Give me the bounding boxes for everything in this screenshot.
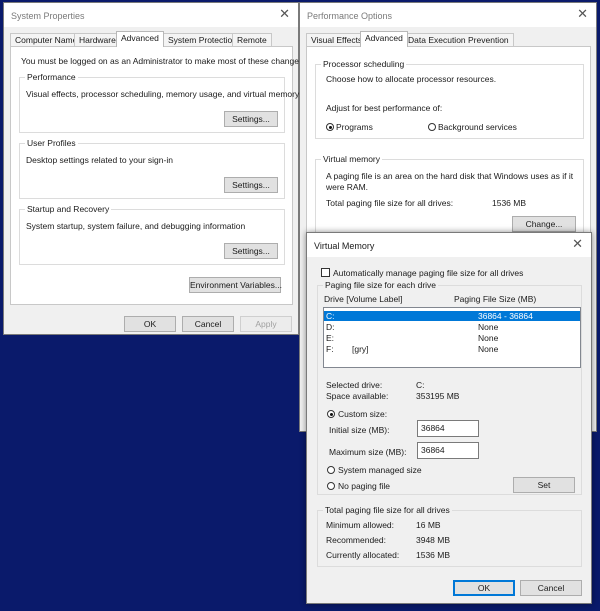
processor-scheduling-description: Choose how to allocate processor resourc… xyxy=(326,74,497,84)
total-paging-label: Total paging file size for all drives: xyxy=(326,198,454,208)
maximum-size-label: Maximum size (MB): xyxy=(329,447,407,457)
processor-scheduling-group: Processor scheduling Choose how to alloc… xyxy=(315,59,584,139)
recommended-label: Recommended: xyxy=(326,535,387,545)
space-available-label: Space available: xyxy=(326,391,389,401)
tab-hardware[interactable]: Hardware xyxy=(74,33,121,46)
title-bar[interactable]: Performance Options ✕ xyxy=(300,3,596,27)
selected-drive-label: Selected drive: xyxy=(326,380,383,390)
close-icon[interactable]: ✕ xyxy=(577,7,588,21)
performance-description: Visual effects, processor scheduling, me… xyxy=(26,89,300,99)
title-bar[interactable]: Virtual Memory ✕ xyxy=(307,233,591,257)
admin-note: You must be logged on as an Administrato… xyxy=(21,56,306,66)
tab-data-execution-prevention[interactable]: Data Execution Prevention xyxy=(403,33,514,46)
paging-file-group: Paging file size for each drive Drive [V… xyxy=(317,280,582,495)
drive-volume-label: [gry] xyxy=(352,344,369,354)
environment-variables-button[interactable]: Environment Variables... xyxy=(189,277,282,293)
auto-manage-label[interactable]: Automatically manage paging file size fo… xyxy=(333,268,523,278)
window-title: Performance Options xyxy=(307,11,393,21)
no-paging-file-label[interactable]: No paging file xyxy=(338,481,390,491)
total-paging-group: Total paging file size for all drives Mi… xyxy=(317,505,582,567)
total-paging-value: 1536 MB xyxy=(492,198,527,208)
window-title: Virtual Memory xyxy=(314,241,375,251)
drive-list[interactable]: C: 36864 - 36864 D: None E: None F: [gry… xyxy=(323,307,581,368)
title-bar[interactable]: System Properties ✕ xyxy=(4,3,298,27)
performance-group: Performance Visual effects, processor sc… xyxy=(19,72,299,133)
performance-settings-button[interactable]: Settings... xyxy=(224,111,278,127)
drive-row-c[interactable]: C: 36864 - 36864 xyxy=(324,311,580,321)
window-title: System Properties xyxy=(11,11,85,21)
no-paging-file-radio[interactable] xyxy=(327,482,335,490)
user-profiles-settings-button[interactable]: Settings... xyxy=(224,177,278,193)
startup-recovery-group: Startup and Recovery System startup, sys… xyxy=(19,204,285,265)
startup-recovery-settings-button[interactable]: Settings... xyxy=(224,243,278,259)
group-label: Performance xyxy=(25,72,78,82)
system-managed-label[interactable]: System managed size xyxy=(338,465,422,475)
custom-size-label[interactable]: Custom size: xyxy=(338,409,387,419)
cancel-button[interactable]: Cancel xyxy=(520,580,582,596)
minimum-allowed-value: 16 MB xyxy=(416,520,441,530)
drive-letter: F: xyxy=(326,344,334,354)
close-icon[interactable]: ✕ xyxy=(279,7,290,21)
group-label: Virtual memory xyxy=(321,154,382,164)
drive-row-e[interactable]: E: None xyxy=(324,333,580,343)
user-profiles-description: Desktop settings related to your sign-in xyxy=(26,155,173,165)
system-properties-window: System Properties ✕ Computer Name Hardwa… xyxy=(3,2,306,335)
virtual-memory-description-line1: A paging file is an area on the hard dis… xyxy=(326,171,574,181)
close-icon[interactable]: ✕ xyxy=(572,237,583,251)
drive-size: 36864 - 36864 xyxy=(478,311,533,321)
virtual-memory-group: Virtual memory A paging file is an area … xyxy=(315,154,584,239)
drive-letter: E: xyxy=(326,333,335,343)
minimum-allowed-label: Minimum allowed: xyxy=(326,520,395,530)
tab-advanced[interactable]: Advanced xyxy=(360,31,408,47)
cancel-button[interactable]: Cancel xyxy=(182,316,234,332)
group-label: Total paging file size for all drives xyxy=(323,505,452,515)
space-available-value: 353195 MB xyxy=(416,391,460,401)
custom-size-radio[interactable] xyxy=(327,410,335,418)
tab-remote[interactable]: Remote xyxy=(232,33,272,46)
drive-size: None xyxy=(478,333,499,343)
drive-letter: C: xyxy=(326,311,335,321)
drive-row-d[interactable]: D: None xyxy=(324,322,580,332)
tab-panel: You must be logged on as an Administrato… xyxy=(10,46,306,305)
group-label: Processor scheduling xyxy=(321,59,407,69)
ok-button[interactable]: OK xyxy=(453,580,515,596)
startup-recovery-description: System startup, system failure, and debu… xyxy=(26,221,246,231)
virtual-memory-window: Virtual Memory ✕ Automatically manage pa… xyxy=(306,232,592,604)
group-label: Startup and Recovery xyxy=(25,204,112,214)
change-button[interactable]: Change... xyxy=(512,216,576,232)
column-drive-header: Drive [Volume Label] xyxy=(324,294,403,304)
tab-system-protection[interactable]: System Protection xyxy=(163,33,242,46)
drive-size: None xyxy=(478,344,499,354)
recommended-value: 3948 MB xyxy=(416,535,451,545)
selected-drive-value: C: xyxy=(416,380,425,390)
drive-size: None xyxy=(478,322,499,332)
set-button[interactable]: Set xyxy=(513,477,575,493)
column-size-header: Paging File Size (MB) xyxy=(454,294,537,304)
group-label: User Profiles xyxy=(25,138,78,148)
drive-row-f[interactable]: F: [gry] None xyxy=(324,344,580,354)
system-managed-radio[interactable] xyxy=(327,466,335,474)
tab-visual-effects[interactable]: Visual Effects xyxy=(306,33,368,46)
initial-size-label: Initial size (MB): xyxy=(329,425,390,435)
tab-computer-name[interactable]: Computer Name xyxy=(10,33,83,46)
initial-size-input[interactable]: 36864 xyxy=(417,420,479,437)
apply-button[interactable]: Apply xyxy=(240,316,292,332)
group-label: Paging file size for each drive xyxy=(323,280,439,290)
maximum-size-input[interactable]: 36864 xyxy=(417,442,479,459)
background-services-label[interactable]: Background services xyxy=(438,122,517,132)
programs-radio[interactable] xyxy=(326,123,334,131)
programs-label[interactable]: Programs xyxy=(336,122,373,132)
currently-allocated-label: Currently allocated: xyxy=(326,550,400,560)
desktop: { "colors": {"desktop": "#0a1a6b", "acce… xyxy=(0,0,600,611)
virtual-memory-description-line2: were RAM. xyxy=(326,182,369,192)
ok-button[interactable]: OK xyxy=(124,316,176,332)
auto-manage-checkbox[interactable] xyxy=(321,268,330,277)
drive-letter: D: xyxy=(326,322,335,332)
background-services-radio[interactable] xyxy=(428,123,436,131)
currently-allocated-value: 1536 MB xyxy=(416,550,451,560)
adjust-label: Adjust for best performance of: xyxy=(326,103,443,113)
tab-advanced[interactable]: Advanced xyxy=(116,31,164,47)
user-profiles-group: User Profiles Desktop settings related t… xyxy=(19,138,285,199)
